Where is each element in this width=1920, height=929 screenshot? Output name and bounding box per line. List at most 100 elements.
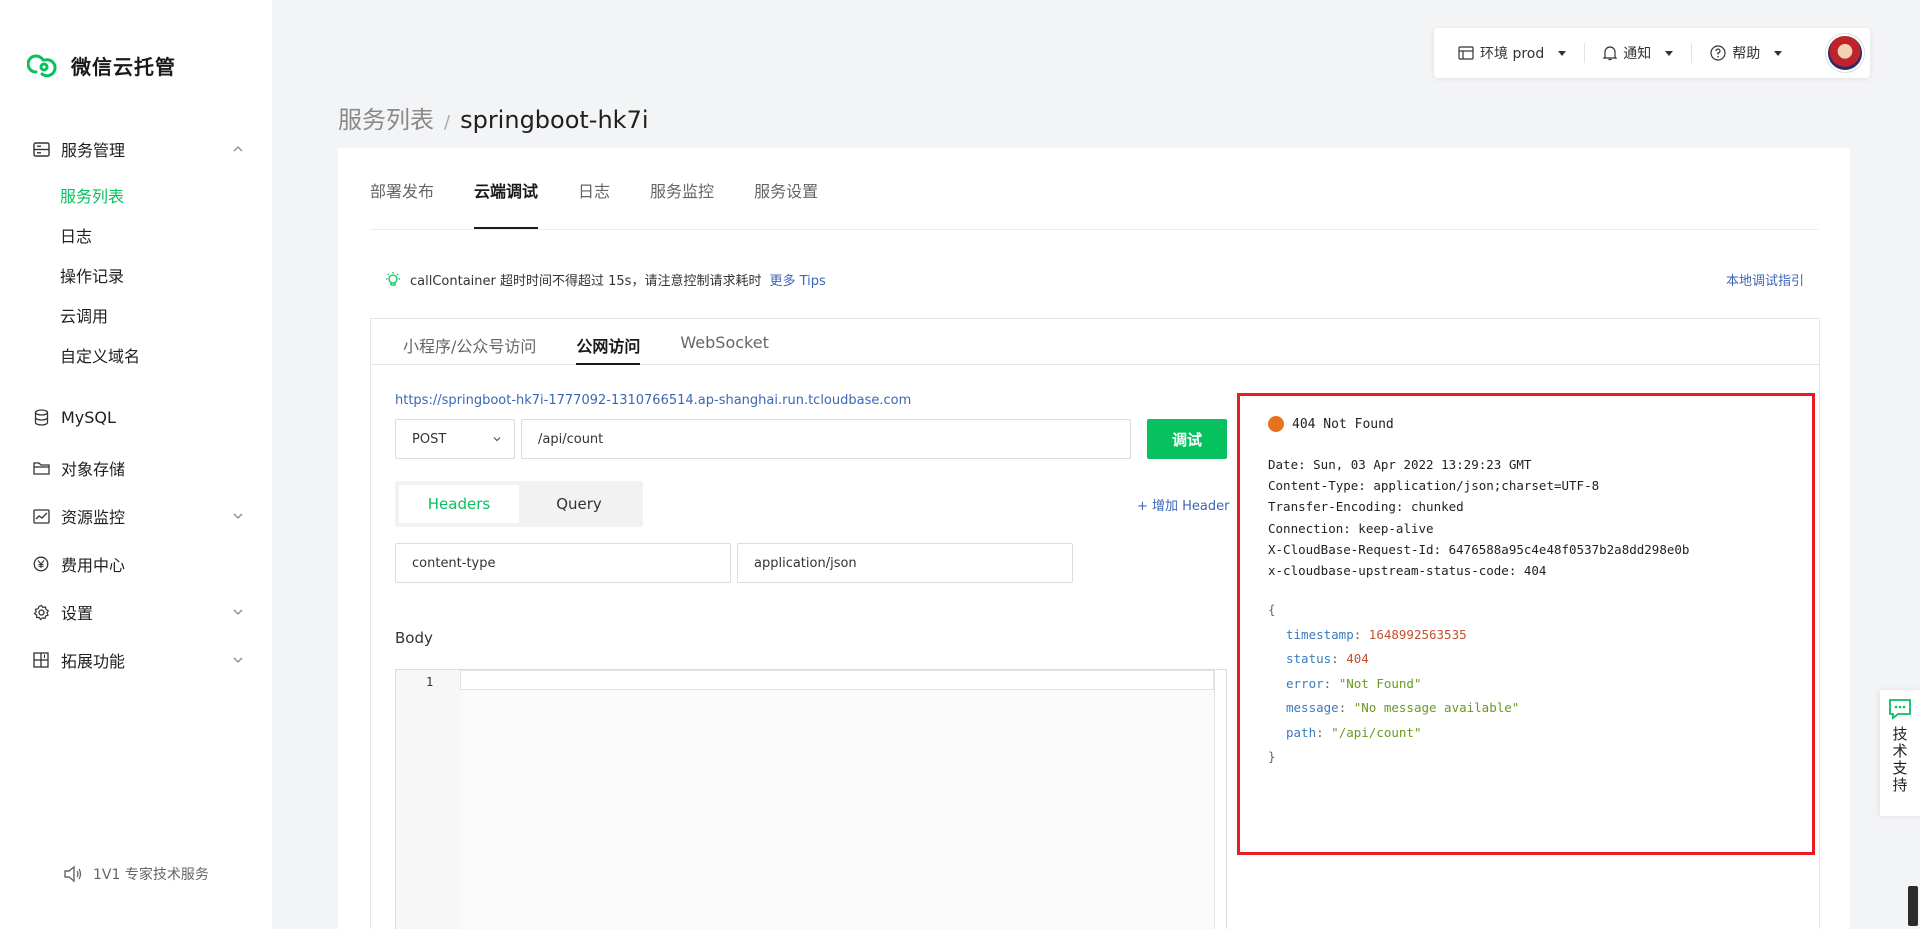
service-url[interactable]: https://springboot-hk7i-1777092-13107665… bbox=[395, 393, 911, 408]
expert-service-link[interactable]: 1V1 专家技术服务 bbox=[63, 864, 209, 884]
tab-headers[interactable]: Headers bbox=[399, 485, 519, 523]
nav-group-object-storage[interactable]: 对象存储 bbox=[32, 456, 244, 480]
environment-selector[interactable]: 环境 prod bbox=[1458, 43, 1567, 63]
json-value: 1648992563535 bbox=[1368, 626, 1467, 642]
json-field: timestamp: 1648992563535 bbox=[1286, 626, 1467, 642]
notification-label: 通知 bbox=[1623, 46, 1652, 62]
json-value: "Not Found" bbox=[1338, 675, 1422, 691]
tip-bar: callContainer 超时时间不得超过 15s，请注意控制请求耗时 更多 … bbox=[384, 270, 826, 289]
divider bbox=[1691, 43, 1693, 63]
nav-group-label: MySQL bbox=[61, 408, 116, 427]
json-field: error: "Not Found" bbox=[1286, 675, 1422, 691]
body-editor[interactable]: 1 bbox=[395, 669, 1227, 929]
nav-group-mysql[interactable]: MySQL bbox=[32, 408, 244, 427]
response-header-line: Date: Sun, 03 Apr 2022 13:29:23 GMT bbox=[1268, 457, 1532, 472]
json-value: "No message available" bbox=[1353, 700, 1520, 715]
nav-group-label: 设置 bbox=[61, 604, 94, 623]
breadcrumb-separator: / bbox=[444, 112, 451, 133]
params-segmented-control: Headers Query bbox=[395, 481, 643, 527]
tech-support-float[interactable]: 技术支持 bbox=[1880, 690, 1920, 816]
nav-group-billing[interactable]: 费用中心 bbox=[32, 552, 244, 576]
top-bar: 环境 prod 通知 帮助 bbox=[1434, 28, 1870, 78]
editor-scrollbar[interactable] bbox=[1214, 670, 1226, 929]
caret-down-icon bbox=[1774, 50, 1783, 56]
nav-group-settings[interactable]: 设置 bbox=[32, 600, 244, 624]
help-circle-icon bbox=[1710, 45, 1726, 61]
bell-icon bbox=[1603, 46, 1618, 61]
sidebar: 微信云托管 服务管理 服务列表 日志 操作记录 云调用 自定义域名 MySQL … bbox=[0, 0, 272, 929]
chevron-down-icon bbox=[233, 513, 243, 519]
nav-group-service-management[interactable]: 服务管理 bbox=[32, 137, 244, 161]
json-open-brace: { bbox=[1268, 602, 1276, 617]
debug-button[interactable]: 调试 bbox=[1147, 419, 1227, 459]
chevron-down-icon bbox=[233, 657, 243, 663]
breadcrumb-parent-link[interactable]: 服务列表 bbox=[338, 100, 434, 135]
tab-public-access[interactable]: 公网访问 bbox=[576, 319, 641, 365]
json-value: 404 bbox=[1346, 651, 1369, 666]
user-avatar[interactable] bbox=[1826, 34, 1864, 72]
speaker-icon bbox=[64, 865, 82, 883]
json-field: message: "No message available" bbox=[1286, 700, 1520, 715]
response-header-line: Transfer-Encoding: chunked bbox=[1268, 499, 1464, 515]
breadcrumb: 服务列表 / springboot-hk7i bbox=[338, 100, 649, 135]
environment-icon bbox=[1458, 46, 1474, 60]
tip-text: callContainer 超时时间不得超过 15s，请注意控制请求耗时 bbox=[410, 274, 762, 289]
response-json-body: { timestamp: 1648992563535 status: 404 e… bbox=[1268, 598, 1519, 770]
nav-group-resource-monitor[interactable]: 资源监控 bbox=[32, 504, 244, 528]
local-debug-guide-link[interactable]: 本地调试指引 bbox=[1726, 270, 1804, 289]
floating-widget-handle[interactable] bbox=[1908, 886, 1918, 926]
monitor-chart-icon bbox=[32, 507, 50, 525]
yen-icon bbox=[32, 555, 50, 573]
page-title: springboot-hk7i bbox=[460, 106, 649, 134]
editor-current-line[interactable] bbox=[460, 670, 1214, 690]
gear-icon bbox=[32, 603, 50, 621]
sidebar-item-custom-domain[interactable]: 自定义域名 bbox=[60, 343, 140, 367]
json-close-brace: } bbox=[1268, 749, 1276, 764]
json-key: error bbox=[1286, 675, 1324, 691]
editor-gutter bbox=[396, 670, 460, 929]
lightbulb-icon bbox=[386, 271, 400, 286]
server-icon bbox=[32, 140, 50, 158]
response-header-line: Connection: keep-alive bbox=[1268, 520, 1434, 536]
method-value: POST bbox=[412, 431, 447, 447]
json-key: status bbox=[1286, 651, 1332, 666]
tab-logs[interactable]: 日志 bbox=[578, 148, 610, 229]
tab-cloud-debug[interactable]: 云端调试 bbox=[474, 148, 539, 229]
divider bbox=[1584, 43, 1586, 63]
help-label: 帮助 bbox=[1732, 46, 1761, 62]
chevron-down-icon bbox=[233, 609, 243, 615]
tab-miniprogram-access[interactable]: 小程序/公众号访问 bbox=[403, 319, 536, 364]
tab-websocket[interactable]: WebSocket bbox=[680, 319, 768, 364]
nav-group-label: 费用中心 bbox=[61, 556, 126, 575]
service-tabs: 部署发布 云端调试 日志 服务监控 服务设置 bbox=[370, 148, 1818, 230]
json-key: path bbox=[1286, 724, 1317, 740]
nav-group-label: 服务管理 bbox=[61, 141, 126, 160]
nav-group-extensions[interactable]: 拓展功能 bbox=[32, 648, 244, 672]
sidebar-item-service-list[interactable]: 服务列表 bbox=[60, 183, 124, 207]
more-tips-link[interactable]: 更多 Tips bbox=[769, 270, 825, 289]
expert-service-label: 1V1 专家技术服务 bbox=[93, 867, 209, 883]
sidebar-item-cloud-call[interactable]: 云调用 bbox=[60, 303, 108, 327]
brand-logo[interactable]: 微信云托管 bbox=[27, 50, 176, 80]
path-input[interactable] bbox=[521, 419, 1131, 459]
sidebar-item-logs[interactable]: 日志 bbox=[60, 223, 92, 247]
add-header-button[interactable]: + 增加 Header bbox=[1137, 495, 1230, 514]
response-header-line: Content-Type: application/json;charset=U… bbox=[1268, 478, 1600, 494]
method-select[interactable]: POST bbox=[395, 419, 515, 459]
sidebar-item-operation-records[interactable]: 操作记录 bbox=[60, 263, 124, 287]
notification-menu[interactable]: 通知 bbox=[1603, 43, 1674, 63]
tab-deploy[interactable]: 部署发布 bbox=[370, 148, 434, 229]
tech-support-label: 技术支持 bbox=[1890, 726, 1909, 794]
grid-plus-icon bbox=[32, 651, 50, 669]
cloud-logo-icon bbox=[27, 54, 57, 78]
tab-service-settings[interactable]: 服务设置 bbox=[754, 148, 818, 229]
chevron-down-icon bbox=[493, 437, 501, 442]
nav-group-label: 拓展功能 bbox=[61, 652, 126, 671]
json-key: message bbox=[1286, 700, 1339, 715]
help-menu[interactable]: 帮助 bbox=[1710, 43, 1783, 63]
nav-group-label: 资源监控 bbox=[61, 508, 126, 527]
tab-query[interactable]: Query bbox=[519, 485, 639, 523]
header-value-input[interactable] bbox=[737, 543, 1073, 583]
tab-service-monitor[interactable]: 服务监控 bbox=[650, 148, 714, 229]
header-key-input[interactable] bbox=[395, 543, 731, 583]
